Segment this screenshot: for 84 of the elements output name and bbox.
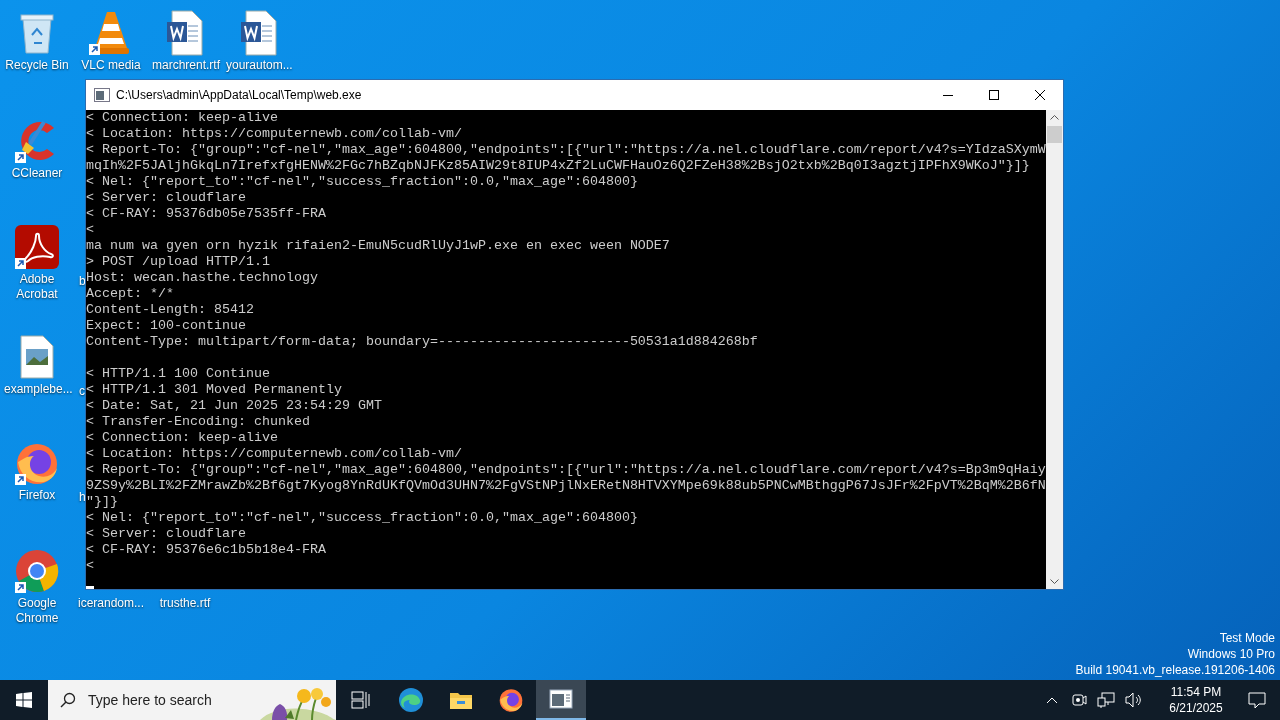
search-icon <box>60 692 76 708</box>
text-cursor <box>86 586 94 589</box>
console-line: < Report-To: {"group":"cf-nel","max_age":604800,"endpoints":[{"url":"https://a.nel.cloudflare.com/report/v4?s=Bp3m9qHaiy <box>86 462 1046 478</box>
word-document-icon <box>166 10 204 56</box>
console-line: < <box>86 558 94 574</box>
shortcut-arrow-icon <box>15 258 26 269</box>
scroll-down-icon <box>1050 579 1059 584</box>
clock[interactable]: 11:54 PM 6/21/2025 <box>1158 684 1234 716</box>
desktop-icon-label[interactable]: trusthe.rtf <box>159 596 211 611</box>
console-line: Content-Type: multipart/form-data; boundary=------------------------50531a1d884268bf <box>86 334 758 350</box>
edge-icon <box>398 687 424 713</box>
close-icon <box>1035 90 1045 100</box>
console-line: < HTTP/1.1 100 Continue <box>86 366 270 382</box>
taskbar-app-button[interactable] <box>536 680 586 720</box>
console-line: "}]} <box>86 494 118 510</box>
console-line: < Date: Sat, 21 Jun 2025 23:54:29 GMT <box>86 398 382 414</box>
word-document-icon <box>240 10 278 56</box>
console-line: Accept: */* <box>86 286 174 302</box>
console-line: > POST /upload HTTP/1.1 <box>86 254 270 270</box>
desktop-icon-label[interactable]: h <box>79 490 86 505</box>
task-view-icon <box>351 691 371 709</box>
scrollbar[interactable] <box>1046 110 1063 589</box>
window-title: C:\Users\admin\AppData\Local\Temp\web.exe <box>116 87 362 104</box>
shortcut-arrow-icon <box>89 44 100 55</box>
notification-icon <box>1248 691 1266 709</box>
console-line: < Server: cloudflare <box>86 526 246 542</box>
desktop-icon-label[interactable]: Recycle Bin <box>4 58 70 73</box>
console-line: Host: wecan.hasthe.technology <box>86 270 318 286</box>
meeting-icon <box>1071 692 1087 708</box>
console-line: Expect: 100-continue <box>86 318 246 334</box>
windows-logo-icon <box>16 692 32 708</box>
maximize-icon <box>989 90 999 100</box>
console-line: < Transfer-Encoding: chunked <box>86 414 310 430</box>
console-line: < Nel: {"report_to":"cf-nel","success_fraction":0.0,"max_age":604800} <box>86 510 638 526</box>
console-line: < Location: https://computernewb.com/collab-vm/ <box>86 126 462 142</box>
image-file-icon <box>19 335 55 379</box>
console-line: < Connection: keep-alive <box>86 430 278 446</box>
search-box[interactable]: Type here to search <box>48 680 336 720</box>
console-line: < CF-RAY: 95376e6c1b5b18e4-FRA <box>86 542 326 558</box>
folder-icon <box>449 690 473 710</box>
console-line: < Server: cloudflare <box>86 190 246 206</box>
desktop-icon-label[interactable]: yourautom... <box>226 58 292 73</box>
desktop-icon-label[interactable]: examplebe... <box>4 382 70 397</box>
search-field[interactable]: Type here to search <box>88 680 248 720</box>
desktop-icon-label[interactable]: Adobe Acrobat <box>4 272 70 302</box>
shortcut-arrow-icon <box>15 582 26 593</box>
clock-time: 11:54 PM <box>1170 684 1222 700</box>
console-window-icon <box>94 88 110 102</box>
shortcut-arrow-icon <box>15 152 26 163</box>
scrollbar-thumb[interactable] <box>1047 126 1062 143</box>
clock-date: 6/21/2025 <box>1169 700 1223 716</box>
chrome-icon <box>14 548 60 594</box>
console-line: 9ZS9y%2BLI%2FZMrawZb%2Bf6gt7Kyog8YnRdUKfQVmOd3UHN7%2FgVStNPjlNxERetN8HTVXYMpe69k88ub5PNCwMBthggP67JsJFr%2FpVT%2BqM%2B6fN <box>86 478 1046 494</box>
console-line: < Connection: keep-alive <box>86 110 278 126</box>
console-line: mqIh%2F5JAljhGkqLn7IrefxfgHENW%2FGc7hBZqbNJFKz85AIW29t8IUP4xZf2LuCWFHauOz6Q2FZeH38%2BsjO2txb%2Bq0I3agztjIPFhX9WKoJ"}]} <box>86 158 1030 174</box>
desktop-icon-label[interactable]: CCleaner <box>4 166 70 181</box>
console-line: < HTTP/1.1 301 Moved Permanently <box>86 382 342 398</box>
desktop-icon-label[interactable]: VLC media <box>78 58 144 73</box>
desktop-icon-label[interactable]: Google Chrome <box>4 596 70 626</box>
console-line: < Nel: {"report_to":"cf-nel","success_fraction":0.0,"max_age":604800} <box>86 174 638 190</box>
system-notice-text: Windows 10 Pro <box>1187 646 1275 662</box>
desktop-icon-label[interactable]: icerandom... <box>78 596 144 611</box>
console-line: < CF-RAY: 95376db05e7535ff-FRA <box>86 206 326 222</box>
volume-icon <box>1125 692 1143 708</box>
console-line: ma num wa gyen orn hyzik rifaien2-EmuN5cudRlUyJ1wP.exe en exec ween NODE7 <box>86 238 670 254</box>
console-window-icon <box>549 689 573 709</box>
console-line: Content-Length: 85412 <box>86 302 254 318</box>
firefox-icon <box>498 687 524 713</box>
console-line: < Report-To: {"group":"cf-nel","max_age":604800,"endpoints":[{"url":"https://a.nel.cloudflare.com/report/v4?s=YIdzaSXymW <box>86 142 1046 158</box>
desktop-icon-label[interactable]: Firefox <box>4 488 70 503</box>
network-icon <box>1097 692 1115 708</box>
shortcut-arrow-icon <box>15 474 26 485</box>
acrobat-icon <box>14 224 60 270</box>
recycle-bin-icon <box>17 11 57 55</box>
console-line: < Location: https://computernewb.com/collab-vm/ <box>86 446 462 462</box>
system-notice-text: Test Mode <box>1219 630 1275 646</box>
minimize-icon <box>943 94 953 96</box>
chevron-up-icon <box>1046 696 1058 704</box>
scroll-up-icon <box>1050 115 1059 120</box>
desktop-icon-label[interactable]: c <box>79 384 85 399</box>
desktop-icon-label[interactable]: marchrent.rtf <box>152 58 218 73</box>
desktop-icon-label[interactable]: b <box>79 274 86 289</box>
console-line: < <box>86 222 94 238</box>
system-notice-text: Build 19041.vb_release.191206-1406 <box>1075 662 1275 678</box>
